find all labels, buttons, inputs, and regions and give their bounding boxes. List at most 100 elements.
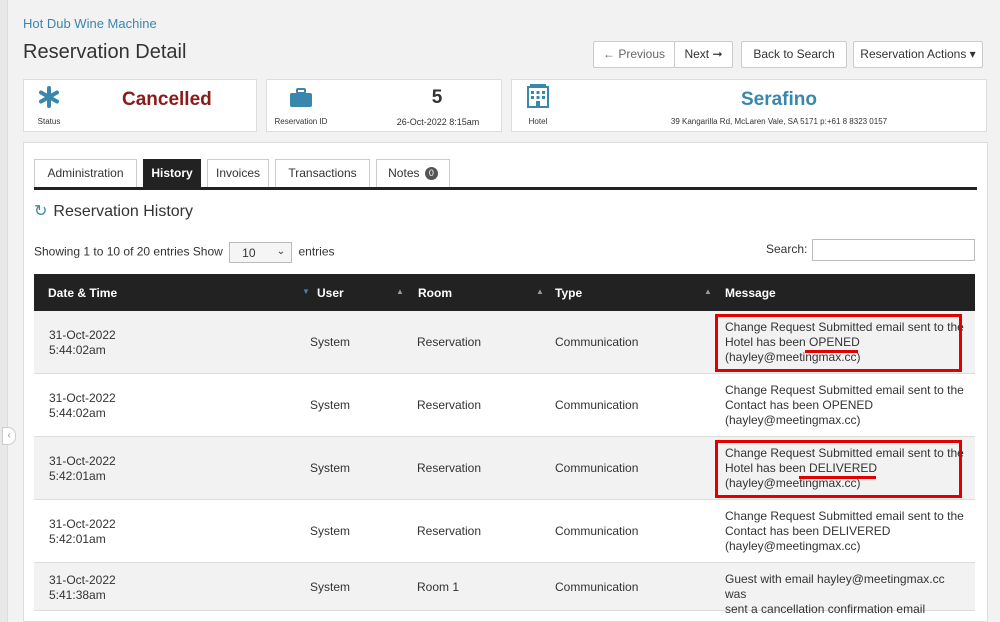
reservation-actions-button[interactable]: Reservation Actions ▾ — [853, 41, 983, 68]
hotel-icon-box: Hotel — [512, 80, 564, 131]
notes-count-badge: 0 — [424, 167, 438, 180]
column-header-message[interactable]: Message — [725, 286, 776, 300]
table-row: 31-Oct-2022 5:42:01am System Reservation… — [34, 437, 975, 500]
table-header: Date & Time ▼ User ▲︎ Room ▲︎ Type ▲︎ Me… — [34, 274, 975, 311]
app-name-link[interactable]: Hot Dub Wine Machine — [23, 16, 157, 31]
chevron-left-icon[interactable]: ‹ — [2, 427, 16, 445]
sort-desc-icon[interactable]: ▼ — [302, 287, 310, 296]
tab-notes-label: Notes — [388, 166, 420, 180]
status-card: Status Cancelled — [23, 79, 257, 132]
tab-administration[interactable]: Administration — [34, 159, 137, 187]
section-title-text: Reservation History — [53, 203, 194, 220]
room-cell: Reservation — [417, 524, 482, 538]
message-cell: Change Request Submitted email sent to t… — [725, 383, 965, 428]
tab-history[interactable]: History — [143, 159, 201, 187]
type-cell: Communication — [555, 335, 639, 349]
message-cell: Change Request Submitted email sent to t… — [725, 509, 965, 554]
time-text: 5:44:02am — [49, 406, 106, 420]
hotel-name[interactable]: Serafino — [572, 89, 986, 111]
reservation-card: Reservation ID 5 26-Oct-2022 8:15am — [266, 79, 502, 132]
highlight-annotation-box — [715, 314, 962, 372]
table-row: 31-Oct-2022 5:41:38am System Room 1 Comm… — [34, 563, 975, 616]
message-line: Change Request Submitted email sent to t… — [725, 383, 964, 397]
hotel-label: Hotel — [528, 117, 548, 126]
room-cell: Room 1 — [417, 580, 460, 594]
reservation-date: 26-Oct-2022 8:15am — [396, 117, 480, 127]
table-row: 31-Oct-2022 5:44:02am System Reservation… — [34, 374, 975, 437]
sort-icon[interactable]: ▲︎ — [536, 287, 544, 296]
time-text: 5:44:02am — [49, 343, 106, 357]
date-time-cell: 31-Oct-2022 5:44:02am — [49, 328, 116, 358]
user-cell: System — [310, 524, 351, 538]
message-line: Guest with email hayley@meetingmax.cc wa… — [725, 572, 945, 601]
hotel-address: 39 Kangarilla Rd, McLaren Vale, SA 5171 … — [670, 117, 888, 126]
show-label: Show — [192, 244, 223, 259]
room-cell: Reservation — [417, 335, 482, 349]
column-header-type[interactable]: Type — [555, 286, 582, 300]
time-text: 5:41:38am — [49, 588, 106, 602]
content-panel: Administration History Invoices Transact… — [23, 142, 988, 622]
column-header-room[interactable]: Room — [418, 286, 452, 300]
column-header-date[interactable]: Date & Time — [48, 286, 117, 300]
sort-icon[interactable]: ▲︎ — [704, 287, 712, 296]
chevron-down-icon: ⌄ — [276, 246, 286, 257]
left-sidebar-edge — [0, 0, 8, 622]
tab-notes[interactable]: Notes 0 — [376, 159, 450, 187]
page-length-value: 10 — [242, 246, 256, 260]
user-cell: System — [310, 398, 351, 412]
message-line: Contact has been DELIVERED — [725, 524, 891, 538]
status-value: Cancelled — [122, 89, 212, 110]
message-line: sent a cancellation confirmation email — [725, 602, 926, 616]
date-text: 31-Oct-2022 — [49, 573, 116, 587]
page-length-select[interactable]: 10 ⌄ — [229, 242, 293, 263]
building-icon — [527, 84, 549, 108]
sort-icon[interactable]: ▲︎ — [396, 287, 404, 296]
status-label: Status — [37, 117, 61, 126]
message-cell: Guest with email hayley@meetingmax.cc wa… — [725, 572, 965, 617]
type-cell: Communication — [555, 398, 639, 412]
message-line: (hayley@meetingmax.cc) — [725, 413, 861, 427]
tab-bar: Administration History Invoices Transact… — [34, 159, 977, 190]
asterisk-icon — [39, 86, 59, 108]
table-row: 31-Oct-2022 5:44:02am System Reservation… — [34, 311, 975, 374]
refresh-icon[interactable]: ↻ — [34, 203, 47, 220]
previous-button[interactable]: ← Previous — [593, 41, 675, 68]
tab-transactions[interactable]: Transactions — [275, 159, 370, 187]
date-text: 31-Oct-2022 — [49, 391, 116, 405]
reservation-icon-box: Reservation ID — [267, 80, 335, 131]
search-input[interactable] — [812, 239, 975, 261]
briefcase-icon — [290, 88, 312, 107]
tab-invoices[interactable]: Invoices — [207, 159, 269, 187]
underline-annotation — [805, 350, 858, 353]
date-text: 31-Oct-2022 — [49, 454, 116, 468]
section-title: ↻ Reservation History — [34, 201, 193, 221]
entries-label: entries — [298, 244, 335, 259]
date-time-cell: 31-Oct-2022 5:44:02am — [49, 391, 116, 421]
underline-annotation — [799, 476, 876, 479]
date-time-cell: 31-Oct-2022 5:42:01am — [49, 517, 116, 547]
type-cell: Communication — [555, 461, 639, 475]
message-line: Contact has been OPENED — [725, 398, 874, 412]
user-cell: System — [310, 335, 351, 349]
status-icon-box: Status — [24, 80, 74, 131]
hotel-card: Hotel Serafino 39 Kangarilla Rd, McLaren… — [511, 79, 987, 132]
showing-info: Showing 1 to 10 of 20 entries — [34, 244, 190, 259]
table-row: 31-Oct-2022 5:42:01am System Reservation… — [34, 500, 975, 563]
user-cell: System — [310, 580, 351, 594]
reservation-id-label: Reservation ID — [274, 117, 328, 126]
message-line: (hayley@meetingmax.cc) — [725, 539, 861, 553]
column-header-user[interactable]: User — [317, 286, 344, 300]
highlight-annotation-box — [715, 440, 962, 498]
date-text: 31-Oct-2022 — [49, 517, 116, 531]
date-time-cell: 31-Oct-2022 5:42:01am — [49, 454, 116, 484]
user-cell: System — [310, 461, 351, 475]
next-button[interactable]: Next ➞ — [674, 41, 733, 68]
message-line: Change Request Submitted email sent to t… — [725, 509, 964, 523]
back-to-search-button[interactable]: Back to Search — [741, 41, 847, 68]
page-title: Reservation Detail — [23, 41, 187, 63]
time-text: 5:42:01am — [49, 469, 106, 483]
search-label: Search: — [766, 242, 808, 256]
date-text: 31-Oct-2022 — [49, 328, 116, 342]
type-cell: Communication — [555, 524, 639, 538]
room-cell: Reservation — [417, 461, 482, 475]
